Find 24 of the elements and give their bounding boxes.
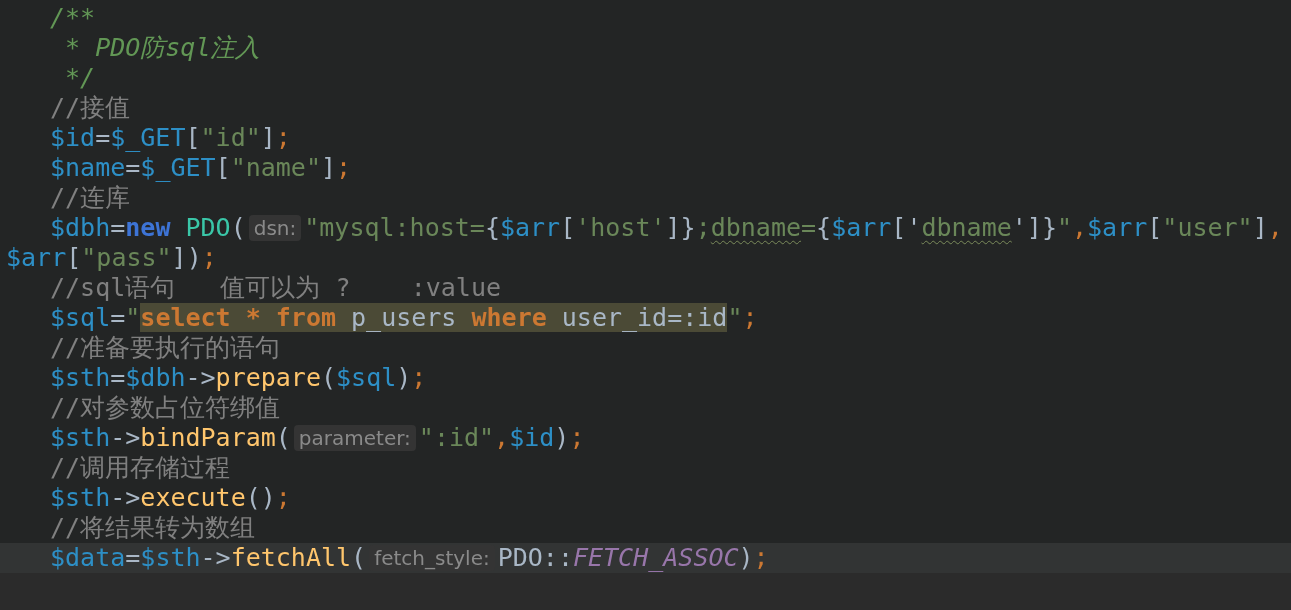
parameter-hint: dsn: — [248, 215, 302, 241]
code-text: $name=$_GET["name"]; — [50, 153, 352, 183]
code-text: $sth->execute(); — [50, 483, 291, 513]
code-text: $id=$_GET["id"]; — [50, 123, 291, 153]
code-text: //sql语句 值可以为 ? :value — [50, 273, 502, 303]
code-text: //准备要执行的语句 — [50, 333, 281, 363]
code-text: //接值 — [50, 93, 131, 123]
code-text: $arr["pass"]); — [6, 243, 217, 273]
code-text: ":id",$id); — [418, 423, 585, 453]
code-text: */ — [64, 63, 96, 93]
code-text: $sth=$dbh->prepare($sql); — [50, 363, 427, 393]
code-text: $data=$sth->fetchAll( — [50, 543, 367, 573]
parameter-hint: parameter: — [293, 425, 416, 451]
code-text: PDO::FETCH_ASSOC); — [497, 543, 769, 573]
code-text: $sql="select * from p_users where user_id=:id"; — [50, 303, 758, 333]
code-text: //将结果转为数组 — [50, 513, 256, 543]
code-text: "mysql:host={$arr['host']};dbname={$arr['dbname']}",$arr["user"], — [304, 213, 1283, 243]
code-text: $dbh=new PDO( — [50, 213, 246, 243]
code-text: //连库 — [50, 183, 131, 213]
code-text: //对参数占位符绑值 — [50, 393, 281, 423]
code-text: /** — [50, 3, 96, 33]
code-text: * PDO防sql注入 — [64, 33, 261, 63]
code-text: //调用存储过程 — [50, 453, 231, 483]
code-text: $sth->bindParam( — [50, 423, 291, 453]
